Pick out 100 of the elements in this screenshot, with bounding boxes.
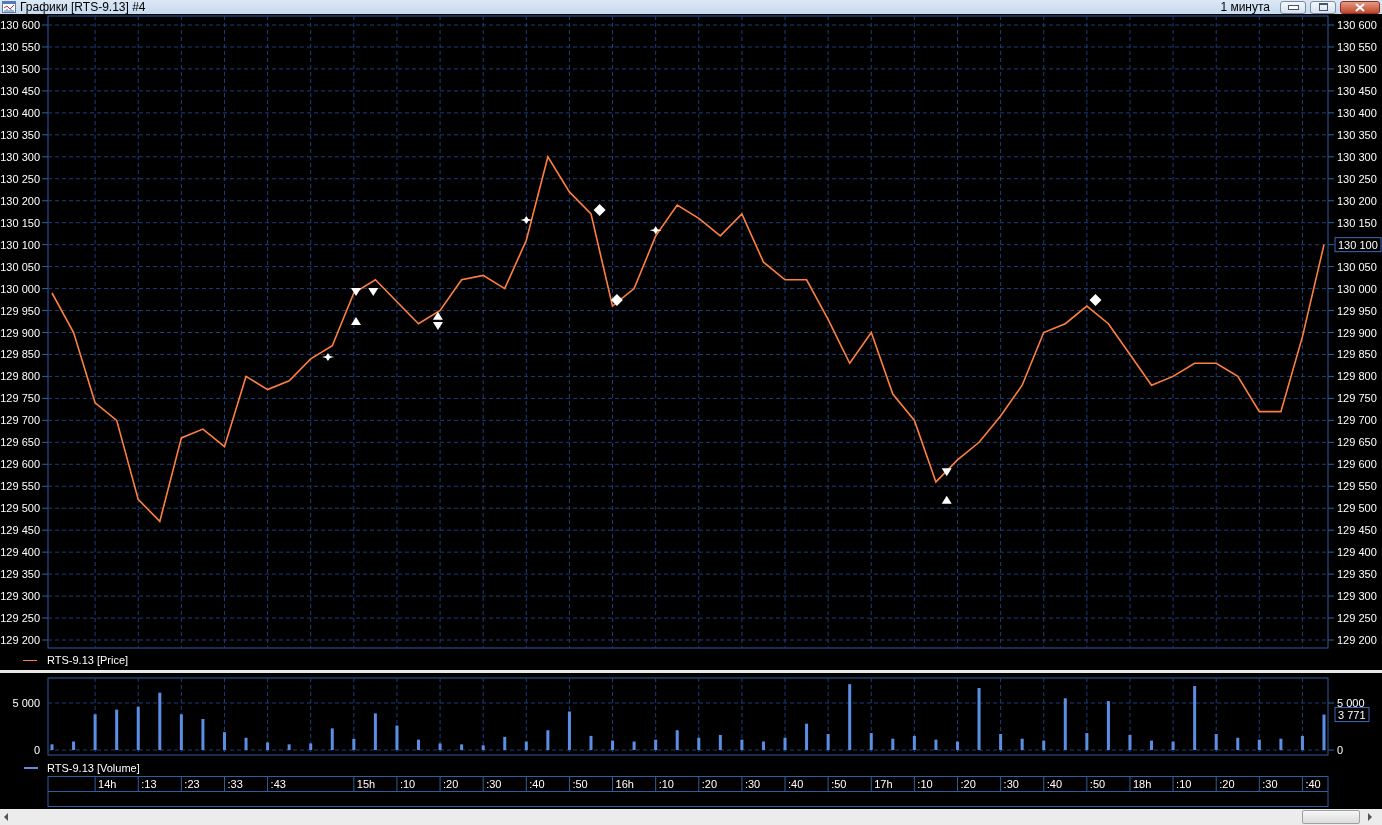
axis-label: 129 750 [1337, 392, 1377, 405]
volume-bar [1106, 701, 1110, 750]
volume-bar [373, 713, 377, 750]
time-label: :40 [1046, 778, 1063, 790]
axis-label: 130 450 [0, 84, 40, 97]
close-icon [1355, 2, 1365, 12]
axis-label: 129 250 [0, 612, 40, 625]
volume-bar [654, 739, 658, 750]
chart-window-icon [2, 1, 16, 13]
axis-label: 129 300 [0, 590, 40, 603]
volume-bar [891, 738, 895, 750]
axis-label: 130 450 [1337, 84, 1377, 97]
volume-bar [611, 740, 615, 750]
axis-label: 5 000 [12, 697, 40, 709]
volume-bar [934, 739, 938, 750]
axis-label: 130 200 [1337, 194, 1377, 207]
last-price-label: 130 100 [1334, 237, 1382, 253]
volume-bar [287, 744, 291, 750]
scroll-right-icon[interactable] [1368, 813, 1372, 821]
axis-label: 129 950 [1337, 304, 1377, 317]
timeframe-label: 1 минута [1220, 0, 1270, 14]
volume-bar [1279, 738, 1283, 750]
axis-label: 129 550 [0, 480, 40, 493]
volume-bar [1128, 734, 1132, 750]
volume-bar [223, 732, 226, 750]
axis-label: 5 000 [1337, 697, 1365, 709]
volume-bar [115, 709, 119, 750]
time-label: :50 [572, 778, 588, 790]
volume-bar [1322, 714, 1326, 750]
volume-bar [977, 687, 981, 750]
volume-bar [912, 735, 916, 750]
axis-label: 129 550 [1337, 480, 1377, 493]
scroll-thumb[interactable] [1302, 810, 1360, 824]
axis-label: 130 100 [0, 238, 40, 251]
volume-bar [1042, 740, 1046, 750]
volume-bar [158, 692, 162, 750]
axis-label: 129 600 [1337, 458, 1377, 471]
volume-bar [567, 711, 571, 750]
axis-label: 130 000 [0, 282, 40, 295]
time-label: :30 [486, 778, 502, 790]
volume-bar [1214, 734, 1218, 750]
time-label: 17h [874, 778, 893, 790]
volume-bar [1085, 733, 1089, 750]
axis-label: 129 300 [1337, 590, 1377, 603]
volume-bar [848, 684, 852, 750]
axis-label: 129 900 [1337, 326, 1377, 339]
axis-label: 130 550 [0, 40, 40, 53]
axis-label: 0 [33, 744, 40, 756]
volume-bar [1236, 737, 1240, 750]
axis-label: 129 700 [1337, 414, 1377, 427]
axis-label: 129 350 [1337, 568, 1377, 581]
axis-label: 129 850 [0, 348, 40, 361]
axis-label: 130 500 [0, 62, 40, 75]
axis-label: 129 900 [0, 326, 40, 339]
volume-bar [438, 743, 442, 750]
minimize-button[interactable] [1280, 0, 1306, 14]
axis-label: 129 700 [0, 414, 40, 427]
axis-label: 129 200 [1337, 634, 1377, 646]
volume-bar [417, 739, 420, 750]
axis-label: 129 450 [0, 524, 40, 537]
volume-bar [460, 744, 464, 750]
volume-bar [93, 714, 97, 750]
time-label: :20 [1219, 778, 1235, 790]
axis-label: 129 650 [1337, 436, 1377, 449]
time-label: :10 [1176, 778, 1192, 790]
time-label: :43 [270, 778, 286, 790]
axis-label: 129 800 [1337, 370, 1377, 383]
axis-label: 130 300 [0, 150, 40, 163]
time-label: :50 [1089, 778, 1106, 790]
volume-bar [72, 741, 76, 750]
axis-label: 129 450 [1337, 524, 1377, 537]
volume-bar [503, 736, 507, 750]
axis-label: 129 850 [1337, 348, 1377, 361]
maximize-button[interactable] [1310, 0, 1336, 14]
scroll-left-icon[interactable] [4, 813, 8, 821]
axis-label: 130 550 [1337, 40, 1377, 53]
volume-bar [589, 735, 593, 750]
axis-label: 130 350 [0, 128, 40, 141]
time-label: :30 [1003, 778, 1019, 790]
axis-label: 129 800 [0, 370, 40, 383]
time-label: :10 [658, 778, 674, 790]
axis-label: 129 350 [0, 568, 40, 581]
last-volume-label: 3 771 [1334, 707, 1370, 723]
volume-bar [201, 719, 205, 750]
legend-line [23, 659, 37, 661]
axis-label: 130 250 [0, 172, 40, 185]
volume-bar [481, 745, 485, 750]
legend-line [24, 767, 38, 769]
volume-bar [675, 730, 679, 750]
volume-bar [999, 734, 1003, 750]
axis-label: 129 750 [0, 392, 40, 405]
axis-label: 129 400 [1337, 546, 1377, 559]
axis-label: 129 950 [0, 304, 40, 317]
time-label: :30 [1262, 778, 1278, 790]
time-label: :13 [141, 778, 157, 790]
horizontal-scrollbar[interactable] [0, 809, 1382, 825]
close-button[interactable] [1340, 0, 1380, 14]
time-label: :30 [744, 778, 761, 790]
volume-bar [718, 734, 722, 750]
time-label: :23 [184, 778, 200, 790]
